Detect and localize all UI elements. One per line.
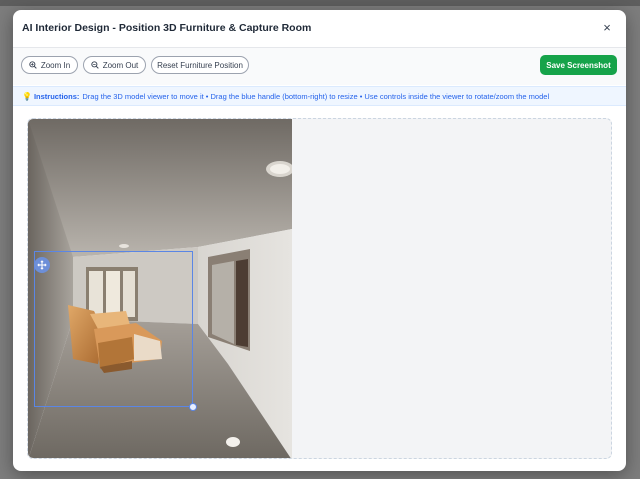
background-top-bar <box>0 0 640 6</box>
toolbar: Zoom In Zoom Out Reset Furniture Positio… <box>13 48 626 85</box>
zoom-out-button[interactable]: Zoom Out <box>83 56 146 74</box>
zoom-out-icon <box>91 61 99 69</box>
zoom-in-button[interactable]: Zoom In <box>21 56 78 74</box>
zoom-out-label: Zoom Out <box>103 61 139 70</box>
zoom-in-label: Zoom In <box>41 61 70 70</box>
close-icon[interactable]: × <box>599 20 615 36</box>
capture-canvas[interactable] <box>27 118 612 459</box>
save-screenshot-button[interactable]: Save Screenshot <box>540 55 617 75</box>
zoom-in-icon <box>29 61 37 69</box>
reset-furniture-position-button[interactable]: Reset Furniture Position <box>151 56 249 74</box>
lightbulb-icon: 💡 <box>22 92 32 101</box>
instructions-text: Drag the 3D model viewer to move it • Dr… <box>82 92 549 101</box>
move-icon[interactable] <box>34 257 50 273</box>
instructions-bar: 💡 Instructions: Drag the 3D model viewer… <box>13 86 626 106</box>
instructions-label: Instructions: <box>34 92 79 101</box>
resize-handle[interactable] <box>189 403 197 411</box>
position-furniture-modal: AI Interior Design - Position 3D Furnitu… <box>13 10 626 471</box>
modal-header: AI Interior Design - Position 3D Furnitu… <box>13 10 626 48</box>
furniture-model-viewer[interactable] <box>34 251 193 407</box>
modal-title: AI Interior Design - Position 3D Furnitu… <box>22 22 311 34</box>
